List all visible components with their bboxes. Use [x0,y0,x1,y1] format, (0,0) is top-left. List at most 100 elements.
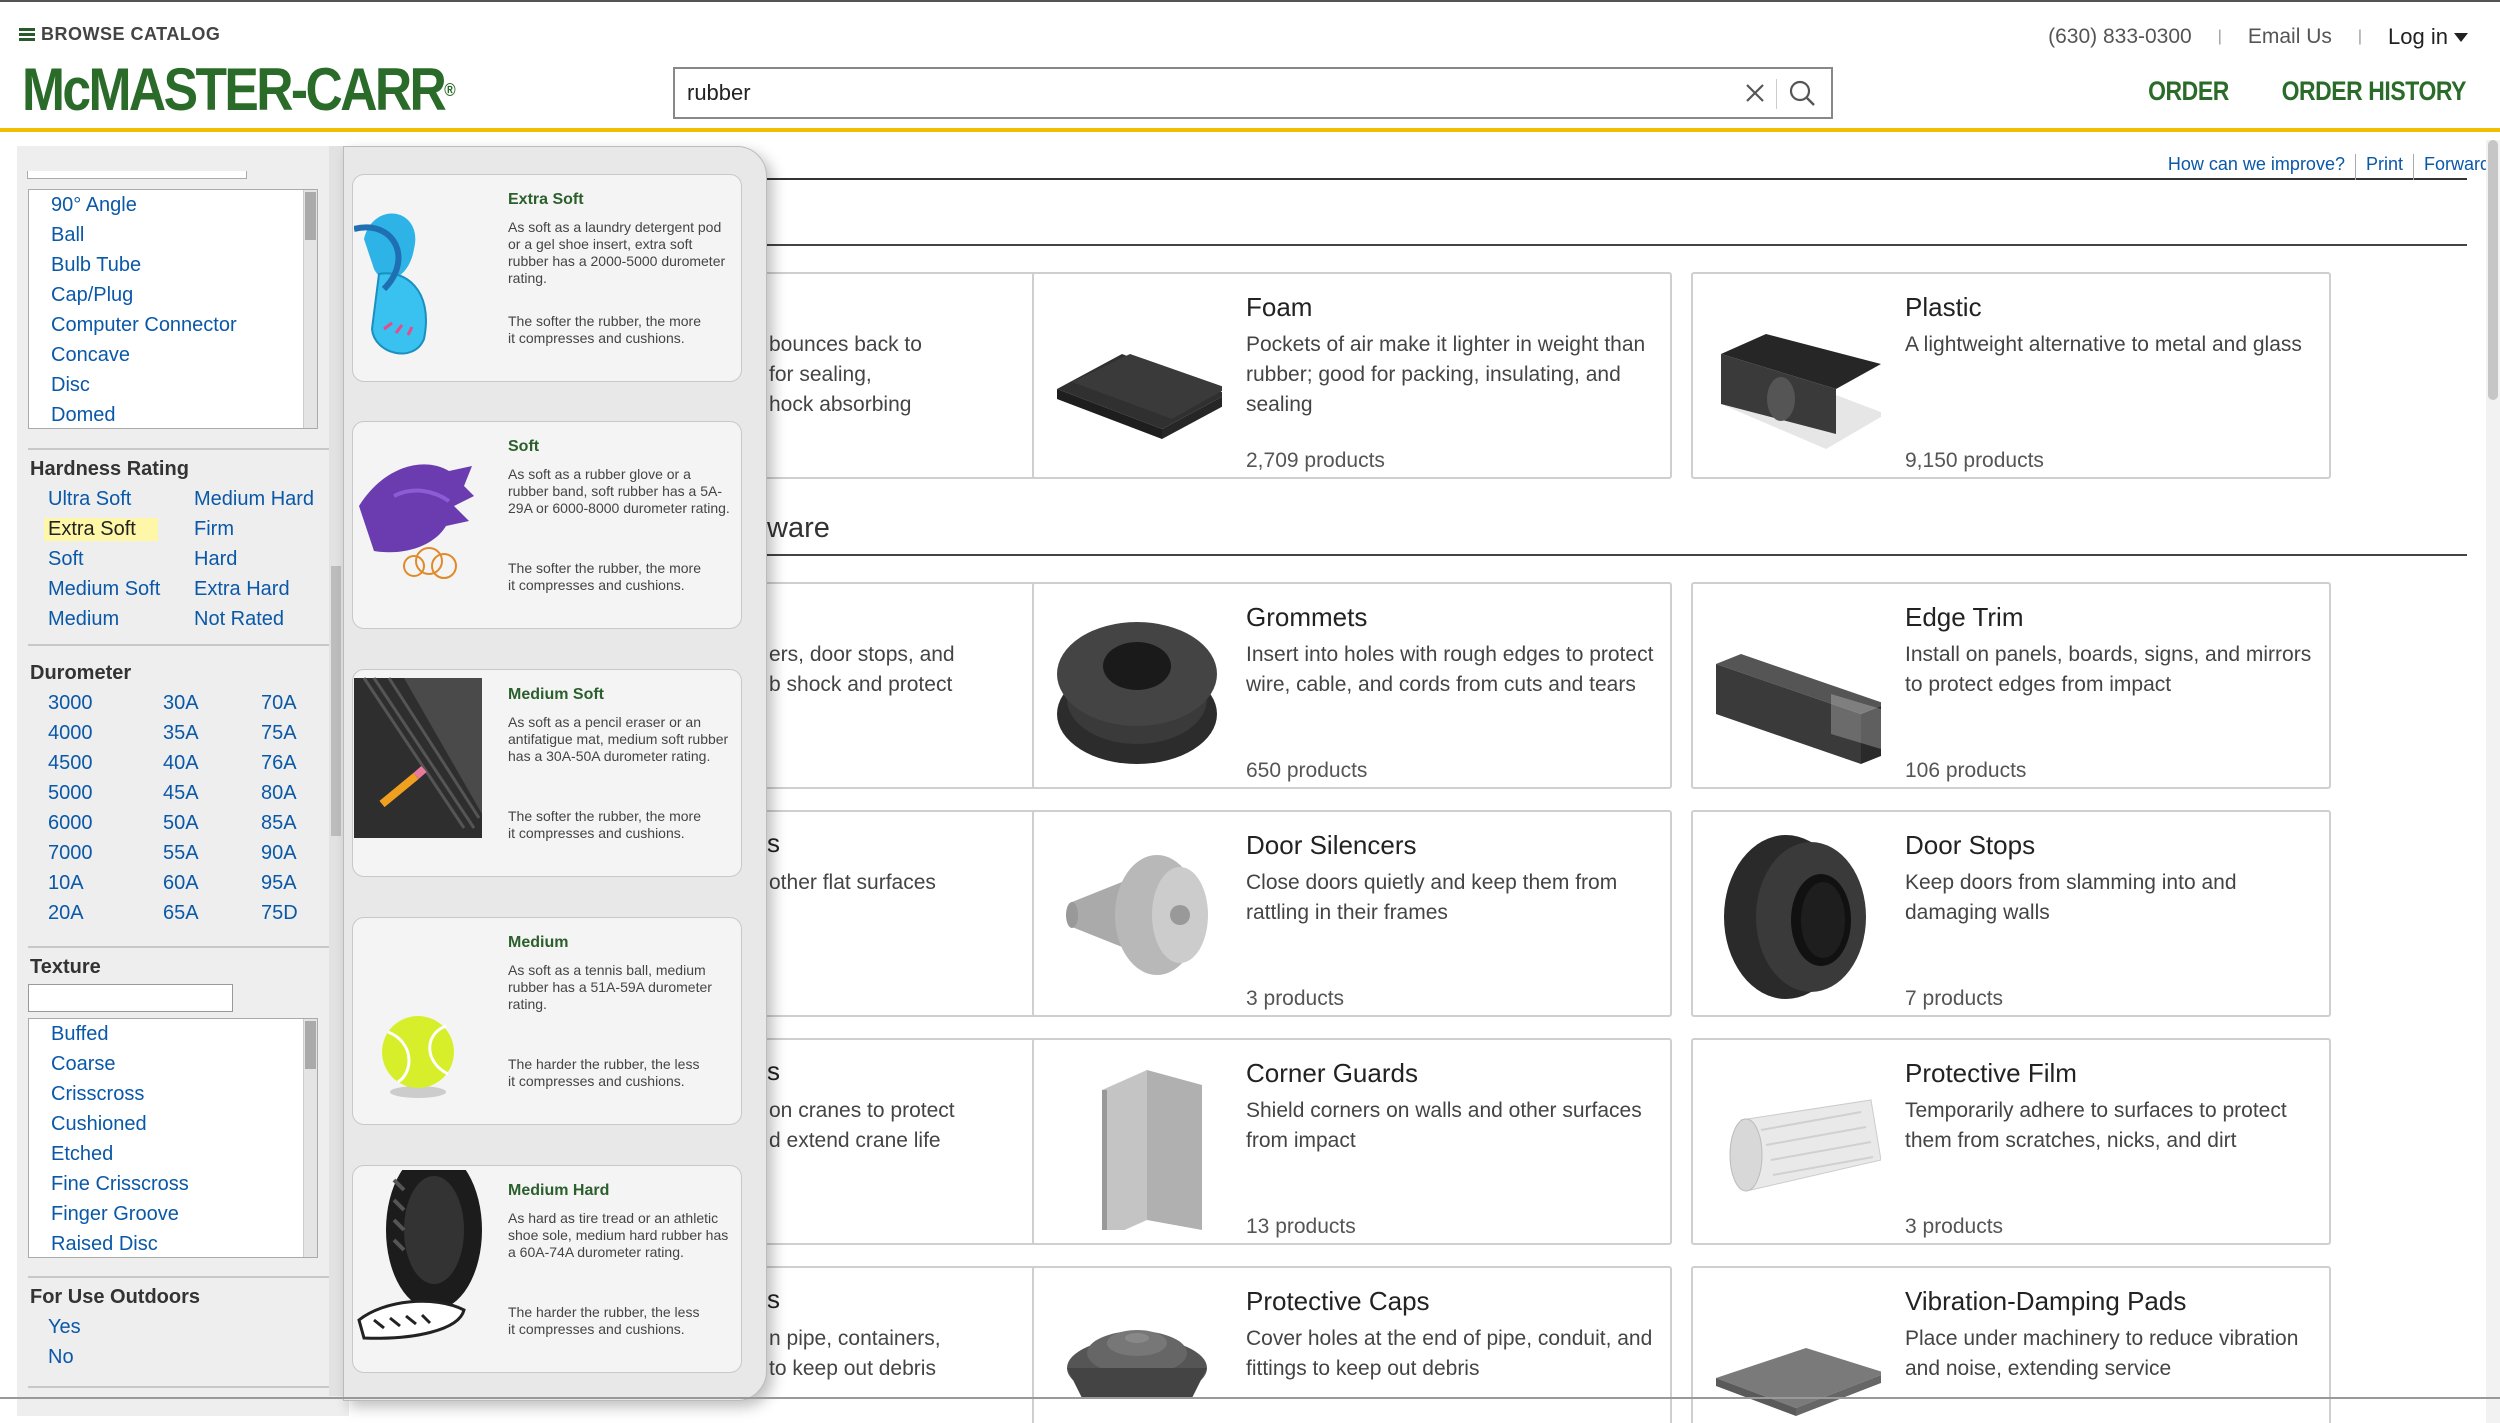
email-us-link[interactable]: Email Us [2248,25,2332,49]
divider [28,1386,330,1388]
order-history-link[interactable]: ORDER HISTORY [2282,76,2467,107]
card-title-fragment: s [767,828,780,858]
card-product-count: 2,709 products [1246,449,1385,472]
card-description: Place under machinery to reduce vibratio… [1905,1327,2299,1380]
shape-list[interactable]: 90° Angle Ball Bulb Tube Cap/Plug Comput… [28,189,318,429]
card-title-fragment: s [767,1284,780,1314]
durometer-option[interactable]: 90A [261,842,297,865]
search-icon[interactable] [1787,78,1817,108]
durometer-option[interactable]: 4500 [48,752,93,775]
durometer-option[interactable]: 40A [163,752,199,775]
list-item[interactable]: Ball [29,220,317,250]
durometer-option[interactable]: 6000 [48,812,93,835]
hardness-card: Medium Soft As soft as a pencil eraser or… [352,669,742,877]
hardness-medium[interactable]: Medium [48,608,119,631]
category-card[interactable]: Foam Pockets of air make it lighter in we… [1032,272,1672,479]
durometer-option[interactable]: 85A [261,812,297,835]
durometer-option[interactable]: 5000 [48,782,93,805]
durometer-option[interactable]: 70A [261,692,297,715]
list-item[interactable]: Disc [29,370,317,400]
chevron-down-icon [2454,32,2468,42]
window-bottom-edge [0,1397,2500,1399]
mcmaster-logo[interactable]: McMASTER-CARR® [22,60,456,120]
print-link[interactable]: Print [2356,154,2413,180]
list-item[interactable]: 90° Angle [29,190,317,220]
search-input[interactable] [675,71,1715,115]
durometer-option[interactable]: 75A [261,722,297,745]
durometer-option[interactable]: 4000 [48,722,93,745]
outdoors-no[interactable]: No [48,1346,74,1369]
list-item[interactable]: Concave [29,340,317,370]
category-card[interactable]: Plastic A lightweight alternative to meta… [1691,272,2331,479]
list-item[interactable]: Cushioned [29,1109,317,1139]
hardness-extra-soft[interactable]: Extra Soft [44,518,158,541]
clear-search-icon[interactable] [1741,79,1769,107]
category-card[interactable]: Edge Trim Install on panels, boards, sign… [1691,582,2331,789]
durometer-option[interactable]: 55A [163,842,199,865]
list-item[interactable]: Coarse [29,1049,317,1079]
hardness-ultra-soft[interactable]: Ultra Soft [48,488,131,511]
hardness-medium-soft[interactable]: Medium Soft [48,578,160,601]
category-card[interactable]: Grommets Insert into holes with rough edg… [1032,582,1672,789]
list-item[interactable]: Finger Groove [29,1199,317,1229]
durometer-option[interactable]: 3000 [48,692,93,715]
durometer-option[interactable]: 76A [261,752,297,775]
list-item[interactable]: Fine Crisscross [29,1169,317,1199]
card-title: Door Stops [1905,830,2036,860]
hardness-soft[interactable]: Soft [48,548,84,571]
login-menu[interactable]: Log in [2388,24,2468,50]
browse-catalog-button[interactable]: BROWSE CATALOG [19,24,220,45]
page-scrollbar[interactable] [2486,140,2500,1423]
category-card[interactable]: Protective Film Temporarily adhere to sur… [1691,1038,2331,1245]
durometer-option[interactable]: 30A [163,692,199,715]
durometer-option[interactable]: 50A [163,812,199,835]
category-card[interactable]: Vibration-Damping Pads Place under machin… [1691,1266,2331,1423]
durometer-option[interactable]: 60A [163,872,199,895]
order-link[interactable]: ORDER [2148,76,2229,107]
category-card[interactable]: Door Silencers Close doors quietly and ke… [1032,810,1672,1017]
list-item[interactable]: Domed [29,400,317,428]
durometer-option[interactable]: 65A [163,902,199,925]
durometer-option[interactable]: 7000 [48,842,93,865]
category-card[interactable]: Corner Guards Shield corners on walls and… [1032,1038,1672,1245]
hardness-card-note: The harder the rubber, the less it compr… [508,1056,700,1089]
hardness-card-title: Soft [508,438,540,455]
texture-filter-input[interactable] [28,984,233,1012]
durometer-option[interactable]: 45A [163,782,199,805]
category-card[interactable]: Protective Caps Cover holes at the end of… [1032,1266,1672,1423]
durometer-option[interactable]: 75D [261,902,298,925]
durometer-option[interactable]: 80A [261,782,297,805]
hardness-hard[interactable]: Hard [194,548,237,571]
hardness-card-note: The softer the rubber, the more it compr… [508,808,701,841]
list-item[interactable]: Computer Connector [29,310,317,340]
search-divider [1776,79,1777,109]
filter-panel-scrollbar[interactable] [329,146,343,1396]
filter-search-box-stub[interactable] [27,171,247,179]
list-scrollbar[interactable] [303,190,317,428]
list-item[interactable]: Etched [29,1139,317,1169]
durometer-option[interactable]: 10A [48,872,84,895]
durometer-heading: Durometer [30,662,132,684]
foam-strip-icon [1052,294,1227,464]
durometer-option[interactable]: 20A [48,902,84,925]
list-scrollbar[interactable] [303,1019,317,1257]
hardness-medium-hard[interactable]: Medium Hard [194,488,314,511]
card-description: Temporarily adhere to surfaces to protec… [1905,1099,2287,1152]
category-card[interactable]: Door Stops Keep doors from slamming into … [1691,810,2331,1017]
hardness-firm[interactable]: Firm [194,518,234,541]
list-item[interactable]: Buffed [29,1019,317,1049]
hardness-extra-hard[interactable]: Extra Hard [194,578,290,601]
durometer-option[interactable]: 95A [261,872,297,895]
list-item[interactable]: Bulb Tube [29,250,317,280]
card-title: Protective Film [1905,1058,2077,1088]
hardness-not-rated[interactable]: Not Rated [194,608,284,631]
list-item[interactable]: Crisscross [29,1079,317,1109]
list-item[interactable]: Raised Disc [29,1229,317,1257]
card-title: Protective Caps [1246,1286,1430,1316]
outdoors-yes[interactable]: Yes [48,1316,81,1339]
card-product-count: 13 products [1246,1215,1356,1238]
list-item[interactable]: Cap/Plug [29,280,317,310]
improve-link[interactable]: How can we improve? [2158,154,2355,180]
durometer-option[interactable]: 35A [163,722,199,745]
texture-list[interactable]: Buffed Coarse Crisscross Cushioned Etche… [28,1018,318,1258]
